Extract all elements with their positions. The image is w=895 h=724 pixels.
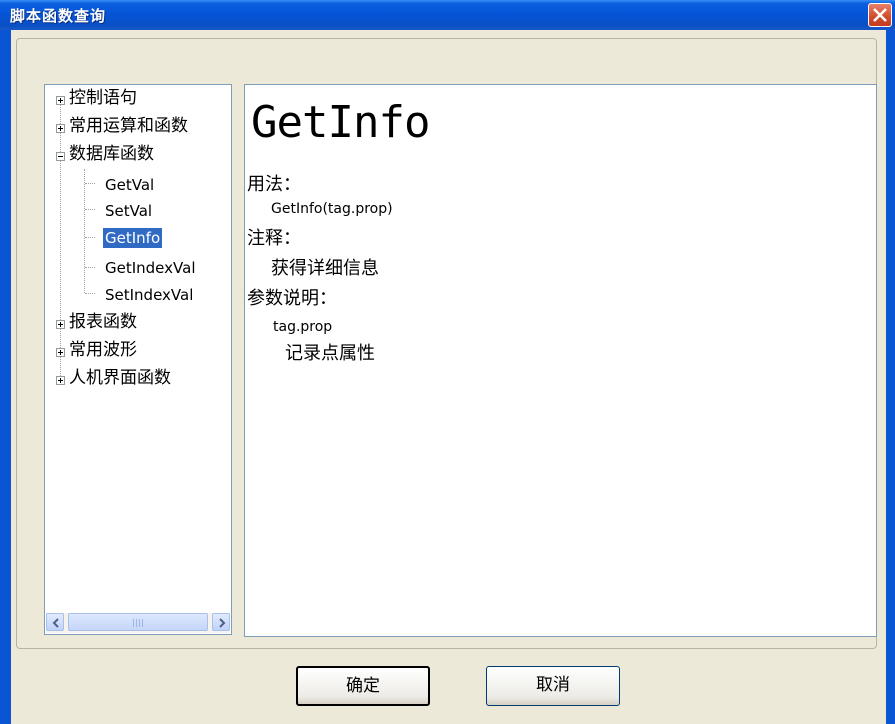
params-label: 参数说明：: [247, 288, 337, 309]
usage-label: 用法：: [247, 174, 301, 195]
usage-text: GetInfo(tag.prop): [271, 201, 393, 217]
tree-node-common-operations[interactable]: 常用运算和函数: [69, 115, 188, 137]
expand-plus-icon[interactable]: [56, 96, 65, 105]
function-title: GetInfo: [251, 97, 430, 148]
collapse-minus-icon[interactable]: [56, 152, 65, 161]
close-button[interactable]: [868, 3, 892, 27]
function-help-pane: GetInfo 用法： GetInfo(tag.prop) 注释： 获得详细信息…: [244, 84, 877, 637]
tree-connector: [85, 237, 95, 238]
tree-node-database-functions[interactable]: 数据库函数: [69, 143, 154, 165]
window-title: 脚本函数查询: [10, 7, 107, 25]
tree-node-control-statements[interactable]: 控制语句: [69, 87, 137, 109]
tree-connector: [85, 183, 95, 184]
tree-connector: [84, 169, 85, 293]
tree-leaf-setindexval[interactable]: SetIndexVal: [105, 285, 193, 305]
tree-horizontal-scrollbar[interactable]: [46, 613, 230, 633]
tree-leaf-setval[interactable]: SetVal: [105, 201, 152, 221]
scroll-right-button[interactable]: [212, 613, 230, 631]
tree-leaf-getindexval[interactable]: GetIndexVal: [105, 258, 195, 278]
function-tree[interactable]: 控制语句 常用运算和函数 数据库函数 GetVal SetVal GetInfo…: [44, 84, 232, 635]
tree-node-hmi-functions[interactable]: 人机界面函数: [69, 367, 171, 389]
expand-plus-icon[interactable]: [56, 320, 65, 329]
title-bar[interactable]: 脚本函数查询: [0, 0, 895, 30]
ok-button[interactable]: 确定: [296, 666, 430, 706]
param-description: 记录点属性: [285, 343, 375, 364]
cancel-button[interactable]: 取消: [486, 666, 620, 706]
tree-leaf-getval[interactable]: GetVal: [105, 175, 154, 195]
tree-connector: [85, 267, 95, 268]
tree-node-common-waveforms[interactable]: 常用波形: [69, 339, 137, 361]
tree-node-report-functions[interactable]: 报表函数: [69, 311, 137, 333]
param-name: tag.prop: [273, 319, 333, 335]
arrow-left-icon: [52, 618, 59, 628]
scroll-left-button[interactable]: [46, 613, 64, 631]
tree-leaf-getinfo[interactable]: GetInfo: [103, 228, 163, 248]
expand-plus-icon[interactable]: [56, 376, 65, 385]
tree-connector: [85, 293, 95, 294]
window-frame-left: [0, 30, 11, 724]
note-label: 注释：: [247, 228, 301, 249]
scroll-thumb[interactable]: [68, 613, 208, 631]
close-icon: [873, 8, 887, 22]
arrow-right-icon: [219, 618, 226, 628]
expand-plus-icon[interactable]: [56, 348, 65, 357]
window-frame-right: [886, 30, 895, 724]
tree-connector: [60, 104, 61, 376]
scroll-grip-icon: [133, 619, 145, 627]
note-text: 获得详细信息: [271, 258, 379, 279]
expand-plus-icon[interactable]: [56, 124, 65, 133]
tree-connector: [85, 209, 95, 210]
